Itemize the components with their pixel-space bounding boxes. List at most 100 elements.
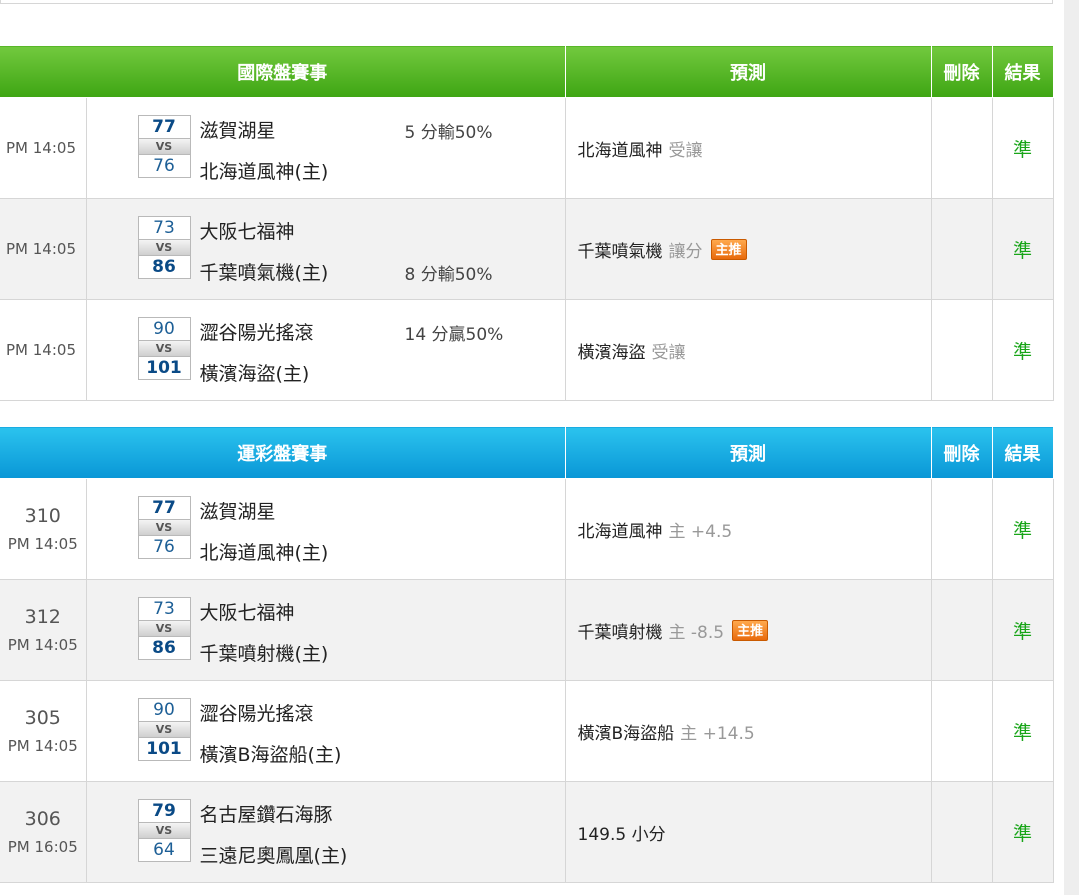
prediction-type: 受讓 xyxy=(651,342,686,363)
game-number: 306 xyxy=(24,808,61,830)
delete-cell xyxy=(930,198,993,300)
game-time-cell: 306 PM 16:05 xyxy=(0,781,87,883)
home-score: 76 xyxy=(137,154,191,178)
home-team: 橫濱B海盜船(主) xyxy=(199,744,342,766)
scrollbar[interactable] xyxy=(1064,0,1079,895)
prediction-pick: 千葉噴射機 xyxy=(577,622,663,643)
game-row: 310 PM 14:05 77 VS 76 滋賀湖星北海道風神(主) 北海道風神主 +4.5… xyxy=(0,478,1054,580)
prediction-pick: 北海道風神 xyxy=(577,521,663,542)
game-time-cell: PM 14:05 xyxy=(0,97,87,199)
game-time-cell: 312 PM 14:05 xyxy=(0,579,87,681)
game-row: 306 PM 16:05 79 VS 64 名古屋鑽石海豚 三遠尼奧鳳凰(主) 149.5 小… xyxy=(0,781,1054,883)
home-team: 三遠尼奧鳳凰(主) xyxy=(199,845,348,867)
home-score: 86 xyxy=(137,255,191,279)
game-time: PM 14:05 xyxy=(7,535,78,553)
prediction-cell: 149.5 小分 xyxy=(564,781,932,883)
prediction-cell: 千葉噴氣機 讓分 主推 xyxy=(564,198,932,300)
intl-result-header: 結果 xyxy=(991,45,1054,98)
away-score: 77 xyxy=(137,496,191,520)
away-score: 73 xyxy=(137,216,191,240)
game-time: PM 14:05 xyxy=(7,737,78,755)
vs-divider: VS xyxy=(137,341,191,356)
intl-match-header: 國際盤賽事 xyxy=(0,45,566,98)
away-score: 90 xyxy=(137,317,191,341)
handicap-result: 14 分贏50% xyxy=(404,325,504,345)
match-cell: 73 VS 86 大阪七福神 千葉噴射機(主) xyxy=(85,579,566,681)
match-cell: 77 VS 76 滋賀湖星北海道風神(主) xyxy=(85,478,566,580)
game-time-cell: PM 14:05 xyxy=(0,299,87,401)
matchup: 90 VS 101 澀谷陽光搖滾 橫濱海盜(主) 14 分贏50% xyxy=(87,300,565,400)
away-team: 澀谷陽光搖滾 xyxy=(199,322,314,344)
featured-pick-badge: 主推 xyxy=(710,238,747,260)
prediction: 北海道風神主 +4.5 xyxy=(578,517,931,542)
home-score: 64 xyxy=(137,838,191,862)
home-score: 101 xyxy=(137,356,191,380)
prediction-cell: 橫濱海盜 受讓 xyxy=(564,299,932,401)
prediction-type: 讓分 xyxy=(668,241,703,262)
score-box: 90 VS 101 xyxy=(137,698,191,761)
match-cell: 90 VS 101 澀谷陽光搖滾 橫濱海盜(主) 14 分贏50% xyxy=(85,299,566,401)
prediction: 橫濱海盜 受讓 xyxy=(578,338,931,363)
result-cell: 準 xyxy=(991,680,1054,782)
result-cell: 準 xyxy=(991,478,1054,580)
result-cell: 準 xyxy=(991,579,1054,681)
prediction: 千葉噴射機主 -8.5 主推 xyxy=(578,618,931,643)
game-number: 310 xyxy=(24,505,61,527)
match-cell: 90 VS 101 澀谷陽光搖滾橫濱B海盜船(主) xyxy=(85,680,566,782)
game-time: PM 16:05 xyxy=(7,838,78,856)
away-score: 73 xyxy=(137,597,191,621)
matchup: 79 VS 64 名古屋鑽石海豚 三遠尼奧鳳凰(主) xyxy=(87,782,565,882)
game-row: PM 14:05 77 VS 76 滋賀湖星 北海道風神(主) 5 分輸50% 北海道風神 受讓… xyxy=(0,97,1054,199)
intl-games-table: 國際盤賽事 預測 刪除 結果 PM 14:05 77 VS 76 滋賀湖星 北海道風神(主… xyxy=(0,45,1054,401)
prediction-type: 受讓 xyxy=(668,140,703,161)
delete-cell xyxy=(930,680,993,782)
vs-divider: VS xyxy=(137,621,191,636)
match-cell: 77 VS 76 滋賀湖星 北海道風神(主) 5 分輸50% xyxy=(85,97,566,199)
prediction-type: 主 +14.5 xyxy=(680,723,755,744)
away-team: 名古屋鑽石海豚 xyxy=(199,804,333,826)
away-score: 79 xyxy=(137,799,191,823)
away-team: 滋賀湖星 xyxy=(199,120,276,142)
away-score: 77 xyxy=(137,115,191,139)
game-time: PM 14:05 xyxy=(6,341,76,359)
vs-divider: VS xyxy=(137,139,191,154)
home-team: 北海道風神(主) xyxy=(199,542,329,564)
intl-delete-header: 刪除 xyxy=(930,45,993,98)
result-cell: 準 xyxy=(991,97,1054,199)
matchup: 90 VS 101 澀谷陽光搖滾橫濱B海盜船(主) xyxy=(87,681,565,781)
prediction: 千葉噴氣機 讓分 主推 xyxy=(578,237,931,262)
result-cell: 準 xyxy=(991,781,1054,883)
home-score: 76 xyxy=(137,535,191,559)
score-box: 79 VS 64 xyxy=(137,799,191,862)
prediction-pick: 橫濱海盜 xyxy=(577,342,646,363)
score-box: 77 VS 76 xyxy=(137,496,191,559)
lottery-match-header: 運彩盤賽事 xyxy=(0,426,566,479)
delete-cell xyxy=(930,478,993,580)
delete-cell xyxy=(930,299,993,401)
away-team: 澀谷陽光搖滾 xyxy=(199,703,314,725)
home-team: 千葉噴氣機(主) xyxy=(199,262,329,284)
game-number: 312 xyxy=(24,606,61,628)
lottery-games-table: 運彩盤賽事 預測 刪除 結果 310 PM 14:05 77 VS 76 滋賀湖星 北海道風… xyxy=(0,426,1054,883)
delete-cell xyxy=(930,781,993,883)
handicap-result: 5 分輸50% xyxy=(404,123,493,143)
matchup: 77 VS 76 滋賀湖星北海道風神(主) xyxy=(87,479,565,579)
game-time: PM 14:05 xyxy=(6,139,76,157)
lottery-predict-header: 預測 xyxy=(564,426,932,479)
prediction-cell: 北海道風神主 +4.5 xyxy=(564,478,932,580)
featured-pick-badge: 主推 xyxy=(732,619,769,641)
home-score: 86 xyxy=(137,636,191,660)
game-time-cell: 310 PM 14:05 xyxy=(0,478,87,580)
game-row: PM 14:05 90 VS 101 澀谷陽光搖滾 橫濱海盜(主) 14 分贏50% 橫濱海盜… xyxy=(0,299,1054,401)
away-score: 90 xyxy=(137,698,191,722)
away-team: 大阪七福神 xyxy=(199,221,295,243)
prediction-cell: 橫濱B海盜船主 +14.5 xyxy=(564,680,932,782)
matchup: 73 VS 86 大阪七福神 千葉噴射機(主) xyxy=(87,580,565,680)
game-row: 312 PM 14:05 73 VS 86 大阪七福神 千葉噴射機(主) 千葉噴射機主 -8.… xyxy=(0,579,1054,681)
prediction-type: 主 +4.5 xyxy=(668,521,733,542)
away-team: 滋賀湖星 xyxy=(199,501,276,523)
result-cell: 準 xyxy=(991,198,1054,300)
prediction-cell: 北海道風神 受讓 xyxy=(564,97,932,199)
home-team: 千葉噴射機(主) xyxy=(199,643,329,665)
handicap-result: 8 分輸50% xyxy=(404,265,493,285)
